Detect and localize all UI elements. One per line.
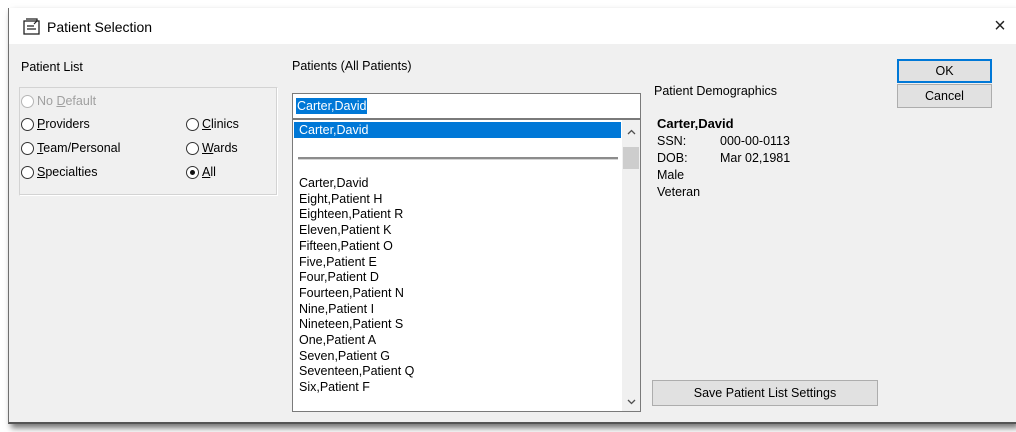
chevron-up-icon xyxy=(627,129,635,135)
demographics-label: Patient Demographics xyxy=(654,84,777,98)
patient-list-label: Patient List xyxy=(21,60,83,74)
list-item[interactable]: Carter,David xyxy=(299,176,619,192)
patient-selection-dialog: Patient Selection × Patient List No Defa… xyxy=(8,8,1016,424)
list-divider xyxy=(298,157,618,160)
radio-clinics[interactable]: Clinics xyxy=(186,117,239,131)
list-item[interactable]: Four,Patient D xyxy=(299,270,619,286)
patient-selection-icon xyxy=(23,18,40,35)
radio-circle-checked xyxy=(186,165,199,179)
radio-label-team-personal: Team/Personal xyxy=(37,141,121,155)
radio-specialties[interactable]: Specialties xyxy=(21,165,97,179)
save-patient-list-settings-button[interactable]: Save Patient List Settings xyxy=(652,380,878,406)
list-item[interactable]: Eleven,Patient K xyxy=(299,223,619,239)
list-item[interactable]: Nine,Patient I xyxy=(299,302,619,318)
radio-circle xyxy=(21,165,34,179)
patients-label: Patients (All Patients) xyxy=(292,59,412,73)
radio-all[interactable]: All xyxy=(186,165,216,179)
list-item[interactable]: Fifteen,Patient O xyxy=(299,239,619,255)
dob-label: DOB: xyxy=(657,151,688,165)
list-item[interactable]: Seven,Patient G xyxy=(299,349,619,365)
status-value: Veteran xyxy=(657,185,701,199)
ok-button-label: OK xyxy=(935,64,954,78)
close-icon: × xyxy=(994,14,1006,37)
ssn-label: SSN: xyxy=(657,134,687,148)
radio-providers[interactable]: Providers xyxy=(21,117,90,131)
radio-team-personal[interactable]: Team/Personal xyxy=(21,141,120,155)
radio-label-clinics: Clinics xyxy=(202,117,239,131)
close-button[interactable]: × xyxy=(983,8,1016,44)
radio-wards[interactable]: Wards xyxy=(186,141,238,155)
radio-circle xyxy=(21,141,34,155)
patient-name: Carter,David xyxy=(657,116,734,131)
dob-value: Mar 02,1981 xyxy=(720,151,791,165)
list-item[interactable]: One,Patient A xyxy=(299,333,619,349)
ssn-value: 000-00-0113 xyxy=(720,134,790,148)
save-settings-label: Save Patient List Settings xyxy=(693,386,837,400)
radio-circle xyxy=(186,117,199,131)
radio-label-no-default: No Default xyxy=(37,94,97,108)
cancel-button-label: Cancel xyxy=(925,89,964,103)
patient-search-value: Carter,David xyxy=(296,98,368,114)
radio-no-default[interactable]: No Default xyxy=(21,94,96,108)
title-bar: Patient Selection × xyxy=(9,8,1016,44)
list-item[interactable]: Eighteen,Patient R xyxy=(299,207,619,223)
radio-label-providers: Providers xyxy=(37,117,90,131)
scrollbar-thumb[interactable] xyxy=(623,147,639,169)
list-item[interactable]: Five,Patient E xyxy=(299,255,619,271)
list-item[interactable]: Seventeen,Patient Q xyxy=(299,364,619,380)
patient-search-input[interactable]: Carter,David xyxy=(292,93,641,119)
listbox-scrollbar[interactable] xyxy=(622,120,640,411)
list-item[interactable]: Six,Patient F xyxy=(299,380,619,396)
patient-listbox[interactable]: Carter,David Carter,David Eight,Patient … xyxy=(292,119,641,412)
sex-value: Male xyxy=(657,168,685,182)
scroll-up-button[interactable] xyxy=(622,123,640,141)
radio-label-specialties: Specialties xyxy=(37,165,98,179)
radio-label-all: All xyxy=(202,165,216,179)
cancel-button[interactable]: Cancel xyxy=(897,84,992,108)
radio-label-wards: Wards xyxy=(202,141,238,155)
window-title: Patient Selection xyxy=(47,19,153,35)
list-item-selected[interactable]: Carter,David xyxy=(294,122,621,138)
list-item[interactable]: Nineteen,Patient S xyxy=(299,317,619,333)
chevron-down-icon xyxy=(627,399,635,405)
radio-circle xyxy=(186,141,199,155)
list-item[interactable]: Eight,Patient H xyxy=(299,192,619,208)
radio-circle xyxy=(21,117,34,131)
radio-circle xyxy=(21,94,34,108)
ok-button[interactable]: OK xyxy=(897,59,992,83)
scroll-down-button[interactable] xyxy=(622,393,640,411)
patient-list-items: Carter,David Eight,Patient H Eighteen,Pa… xyxy=(299,176,619,396)
list-item[interactable]: Fourteen,Patient N xyxy=(299,286,619,302)
